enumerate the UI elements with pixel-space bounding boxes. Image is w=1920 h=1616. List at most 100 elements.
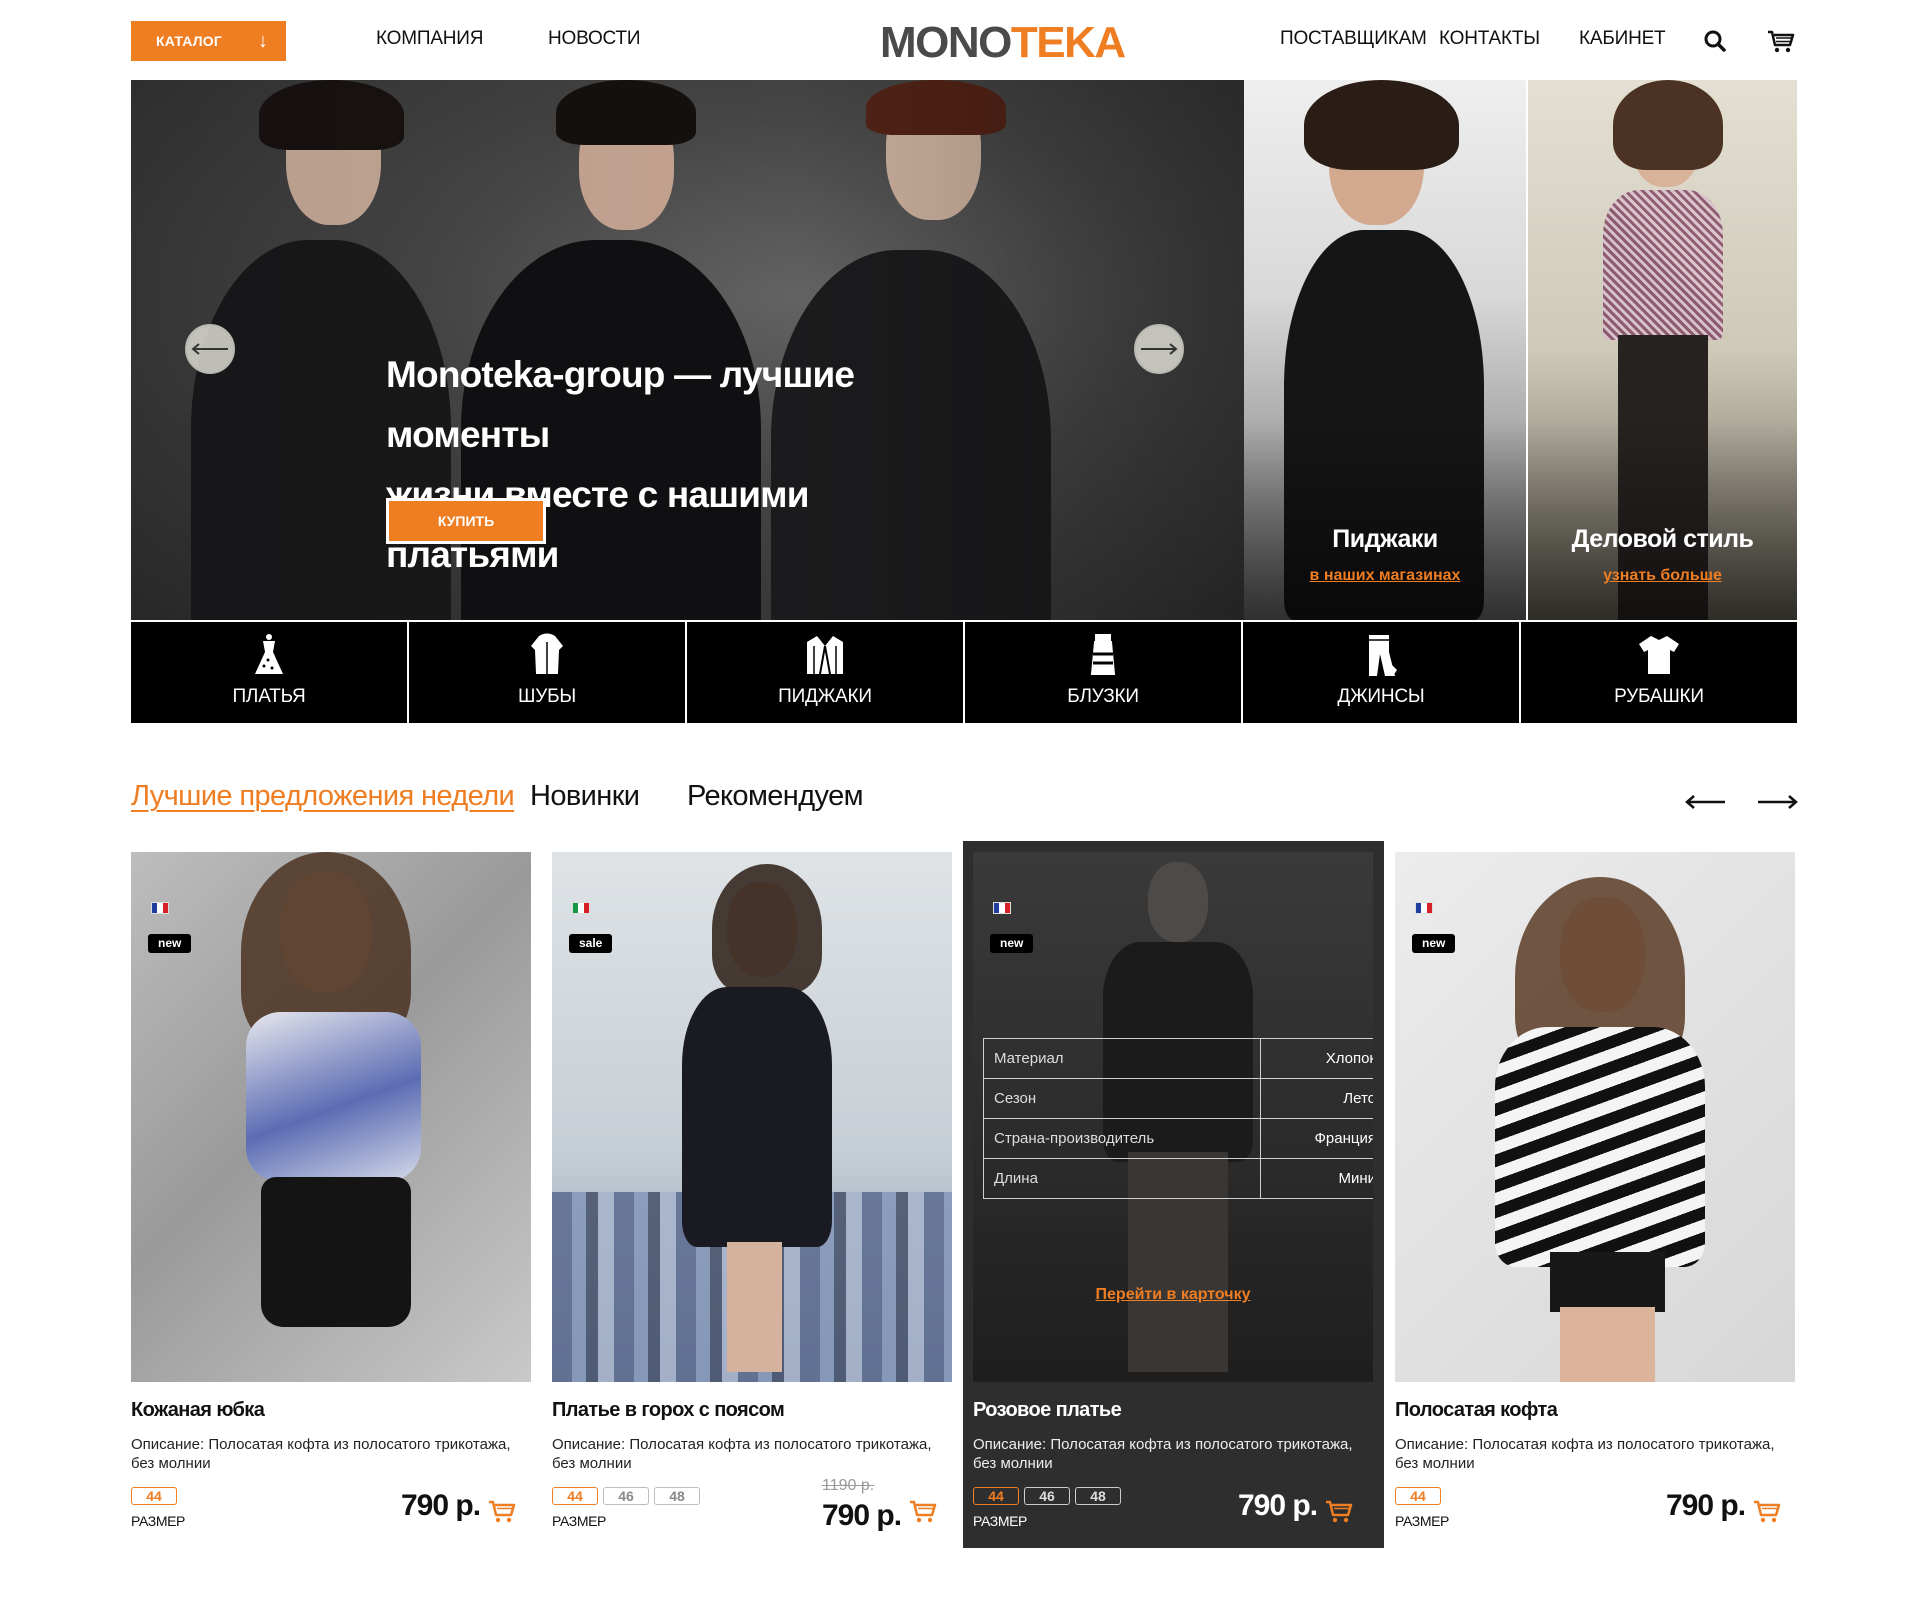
hero-next-button[interactable] xyxy=(1134,324,1184,374)
product-name[interactable]: Розовое платье xyxy=(973,1399,1122,1422)
promo-model-hair xyxy=(1304,80,1459,170)
arrow-right-icon xyxy=(1141,343,1178,355)
category-jackets[interactable]: ПИДЖАКИ xyxy=(687,622,965,723)
product-price: 790 р. xyxy=(1238,1489,1318,1522)
category-shirts[interactable]: РУБАШКИ xyxy=(1521,622,1797,723)
product-badge: new xyxy=(990,934,1034,953)
category-jeans[interactable]: ДЖИНСЫ xyxy=(1243,622,1521,723)
add-to-cart-icon[interactable] xyxy=(1323,1497,1355,1525)
product-name[interactable]: Полосатая кофта xyxy=(1395,1399,1558,1422)
promo-link[interactable]: узнать больше xyxy=(1528,567,1797,585)
promo-title: Деловой стиль xyxy=(1571,525,1754,553)
spec-key: Длина xyxy=(983,1158,1261,1199)
spec-value: Франция xyxy=(1259,1118,1373,1159)
arrow-down-icon: ↓ xyxy=(258,30,268,52)
product-name[interactable]: Платье в горох с поясом xyxy=(552,1399,785,1422)
category-label: ПЛАТЬЯ xyxy=(232,686,306,707)
product-card-hovered[interactable]: new Материал Хлопок Сезон Лето Страна-прои… xyxy=(963,841,1384,1548)
blouse-icon xyxy=(1090,634,1116,675)
category-label: ПИДЖАКИ xyxy=(778,686,872,707)
tab-recommended[interactable]: Рекомендуем xyxy=(687,780,864,813)
hero-slider: Monoteka-group — лучшие моменты жизни вм… xyxy=(131,80,1244,620)
size-label: РАЗМЕР xyxy=(1395,1513,1449,1529)
size-selector: 44 xyxy=(1395,1487,1441,1505)
carousel-prev-icon[interactable] xyxy=(1685,790,1727,814)
flag-france-icon xyxy=(993,902,1011,914)
hero-title-line: Monoteka-group — лучшие моменты xyxy=(386,354,855,455)
promo-jackets[interactable]: Пиджаки в наших магазинах xyxy=(1244,80,1526,620)
category-fur-coats[interactable]: ШУБЫ xyxy=(409,622,687,723)
product-description: Описание: Полосатая кофта из полосатого … xyxy=(973,1436,1353,1472)
promo-model-hair xyxy=(1613,80,1723,170)
nav-news[interactable]: НОВОСТИ xyxy=(548,28,640,50)
flag-france-icon xyxy=(151,902,169,914)
promo-model-shirt xyxy=(1603,190,1723,340)
category-dresses[interactable]: ПЛАТЬЯ xyxy=(131,622,409,723)
nav-contacts[interactable]: КОНТАКТЫ xyxy=(1439,28,1540,50)
site-logo[interactable]: MONOTEKA xyxy=(880,18,1126,68)
nav-suppliers[interactable]: ПОСТАВЩИКАМ xyxy=(1280,28,1427,50)
arrow-left-icon xyxy=(191,343,228,355)
spec-key: Материал xyxy=(983,1038,1261,1079)
size-option[interactable]: 44 xyxy=(552,1487,598,1505)
size-label: РАЗМЕР xyxy=(973,1513,1027,1529)
size-selector: 44 46 48 xyxy=(552,1487,700,1505)
product-image[interactable]: sale xyxy=(552,852,952,1382)
nav-company[interactable]: КОМПАНИЯ xyxy=(376,28,483,50)
hero-title: Monoteka-group — лучшие моменты жизни вм… xyxy=(386,345,986,585)
hero-prev-button[interactable] xyxy=(185,324,235,374)
size-option[interactable]: 46 xyxy=(1024,1487,1070,1505)
cart-icon[interactable] xyxy=(1766,26,1796,56)
size-option[interactable]: 48 xyxy=(654,1487,700,1505)
size-option[interactable]: 46 xyxy=(603,1487,649,1505)
promo-link[interactable]: в наших магазинах xyxy=(1244,567,1526,585)
carousel-next-icon[interactable] xyxy=(1756,790,1798,814)
product-badge: new xyxy=(148,934,192,953)
tab-new-arrivals[interactable]: Новинки xyxy=(530,780,640,813)
add-to-cart-icon[interactable] xyxy=(486,1497,518,1525)
category-label: ДЖИНСЫ xyxy=(1337,686,1425,707)
product-specs-table: Материал Хлопок Сезон Лето Страна-производ… xyxy=(983,1038,1373,1199)
flag-france-icon xyxy=(1415,902,1433,914)
site-header: КАТАЛОГ ↓ КОМПАНИЯ НОВОСТИ MONOTEKA ПОСТ… xyxy=(131,18,1795,67)
product-image[interactable]: new xyxy=(1395,852,1795,1382)
search-icon[interactable] xyxy=(1701,26,1731,56)
hero-buy-button[interactable]: КУПИТЬ xyxy=(386,498,546,544)
product-price: 790 р. xyxy=(1666,1489,1746,1522)
size-option[interactable]: 44 xyxy=(131,1487,177,1505)
product-card[interactable]: new Кожаная юбка Описание: Полосатая коф… xyxy=(121,841,542,1548)
category-blouses[interactable]: БЛУЗКИ xyxy=(965,622,1243,723)
category-label: РУБАШКИ xyxy=(1614,686,1704,707)
category-label: БЛУЗКИ xyxy=(1067,686,1139,707)
product-card[interactable]: new Полосатая кофта Описание: Полосатая … xyxy=(1384,841,1805,1548)
jeans-icon xyxy=(1369,635,1397,676)
product-price: 790 р. xyxy=(401,1489,481,1522)
jacket-icon xyxy=(807,636,843,675)
product-description: Описание: Полосатая кофта из полосатого … xyxy=(131,1436,511,1472)
spec-value: Лето xyxy=(1259,1078,1373,1119)
promo-business-style[interactable]: Деловой стиль узнать больше xyxy=(1526,80,1797,620)
dress-icon xyxy=(255,634,283,674)
size-label: РАЗМЕР xyxy=(131,1513,185,1529)
product-image[interactable]: new xyxy=(131,852,531,1382)
add-to-cart-icon[interactable] xyxy=(907,1497,939,1525)
product-old-price: 1190 р. xyxy=(822,1477,875,1494)
catalog-button[interactable]: КАТАЛОГ ↓ xyxy=(131,21,286,61)
add-to-cart-icon[interactable] xyxy=(1751,1497,1783,1525)
product-price: 790 р. xyxy=(822,1499,902,1532)
category-label: ШУБЫ xyxy=(518,686,576,707)
product-badge: new xyxy=(1412,934,1456,953)
tab-best-offers[interactable]: Лучшие предложения недели xyxy=(131,780,515,813)
shirt-icon xyxy=(1639,636,1679,674)
nav-cabinet[interactable]: КАБИНЕТ xyxy=(1579,28,1666,50)
product-image[interactable]: new Материал Хлопок Сезон Лето Страна-прои… xyxy=(973,852,1373,1382)
product-name[interactable]: Кожаная юбка xyxy=(131,1399,265,1422)
size-option[interactable]: 48 xyxy=(1075,1487,1121,1505)
go-to-card-link[interactable]: Перейти в карточку xyxy=(973,1286,1373,1304)
spec-row: Длина Мини xyxy=(983,1158,1373,1199)
product-card[interactable]: sale Платье в горох с поясом Описание: П… xyxy=(542,841,963,1548)
spec-key: Сезон xyxy=(983,1078,1261,1119)
size-option[interactable]: 44 xyxy=(973,1487,1019,1505)
size-option[interactable]: 44 xyxy=(1395,1487,1441,1505)
size-selector: 44 xyxy=(131,1487,177,1505)
